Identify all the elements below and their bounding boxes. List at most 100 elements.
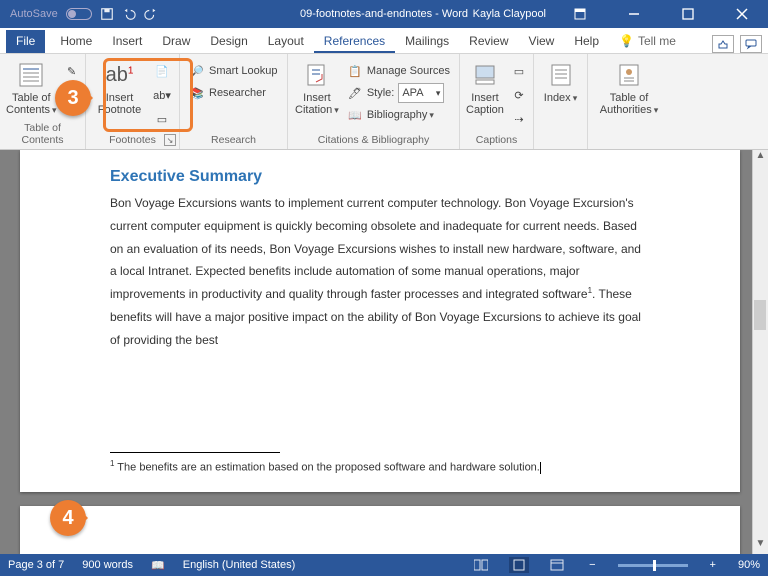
zoom-in[interactable]: +	[706, 559, 720, 571]
manage-sources-icon: 📋	[347, 63, 363, 79]
undo-icon[interactable]	[122, 7, 136, 21]
document-area: Executive Summary Bon Voyage Excursions …	[0, 150, 768, 554]
insert-caption-button[interactable]: Insert Caption	[466, 58, 504, 132]
view-read-mode[interactable]	[471, 557, 491, 573]
view-web-layout[interactable]	[547, 557, 567, 573]
footnote-text[interactable]: 1 The benefits are an estimation based o…	[110, 459, 650, 474]
style-dropdown[interactable]: APA▾	[398, 83, 444, 103]
group-footnotes-label: Footnotes	[92, 132, 173, 149]
doc-heading: Executive Summary	[110, 168, 650, 186]
next-footnote-icon: ab▾	[154, 87, 170, 103]
researcher-button[interactable]: 📚 Researcher	[186, 82, 281, 104]
toa-icon	[614, 60, 644, 90]
callout-3: 3	[55, 80, 91, 116]
zoom-out[interactable]: −	[585, 559, 599, 571]
smart-lookup-icon: 🔎	[189, 63, 205, 79]
tab-draw[interactable]: Draw	[152, 30, 200, 53]
next-footnote-button[interactable]: ab▾	[151, 84, 173, 106]
style-label: Style:	[367, 87, 395, 99]
style-icon: 🖊	[347, 85, 363, 101]
tab-view[interactable]: View	[519, 30, 565, 53]
bibliography-icon: 📖	[347, 107, 363, 123]
manage-sources-label: Manage Sources	[367, 65, 450, 77]
citation-style-row: 🖊 Style: APA▾	[344, 82, 453, 104]
researcher-label: Researcher	[209, 87, 266, 99]
tab-references[interactable]: References	[314, 30, 395, 53]
scrollbar-vertical[interactable]: ▲ ▼	[752, 150, 768, 554]
window-title: 09-footnotes-and-endnotes - Word	[300, 8, 468, 20]
document-next-page[interactable]	[20, 506, 740, 554]
tab-layout[interactable]: Layout	[258, 30, 314, 53]
bulb-icon: 💡	[619, 34, 634, 48]
caption-opt1[interactable]: ▭	[508, 60, 530, 82]
smart-lookup-button[interactable]: 🔎 Smart Lookup	[186, 60, 281, 82]
group-toc-label: Table of Contents	[6, 120, 79, 149]
view-print-layout[interactable]	[509, 557, 529, 573]
minimize-button[interactable]	[614, 0, 654, 28]
maximize-button[interactable]	[668, 0, 708, 28]
insert-citation-label: Insert Citation	[295, 92, 339, 116]
status-words[interactable]: 900 words	[82, 559, 133, 571]
save-icon[interactable]	[100, 7, 114, 21]
caption-opt2[interactable]: ⟳	[508, 84, 530, 106]
footnotes-dialog-launcher[interactable]: ↘	[164, 134, 176, 146]
footnote-icon: ab1	[105, 60, 135, 90]
caption-opt3[interactable]: ⇢	[508, 108, 530, 130]
tab-help[interactable]: Help	[564, 30, 609, 53]
comments-button[interactable]	[740, 35, 762, 53]
show-notes-icon: ▭	[154, 111, 170, 127]
title-bar: AutoSave 09-footnotes-and-endnotes - Wor…	[0, 0, 768, 28]
close-button[interactable]	[722, 0, 762, 28]
researcher-icon: 📚	[189, 85, 205, 101]
tab-mailings[interactable]: Mailings	[395, 30, 459, 53]
doc-body: Bon Voyage Excursions wants to implement…	[110, 192, 650, 352]
insert-endnote-button[interactable]: 📄	[151, 60, 173, 82]
style-value: APA	[402, 87, 423, 99]
scroll-thumb[interactable]	[754, 300, 766, 330]
share-button[interactable]	[712, 35, 734, 53]
smart-lookup-label: Smart Lookup	[209, 65, 277, 77]
index-label: Index	[544, 92, 577, 104]
group-captions-label: Captions	[466, 132, 527, 149]
zoom-slider[interactable]	[618, 564, 688, 567]
tab-home[interactable]: Home	[50, 30, 102, 53]
ribbon: Table of Contents ✎ ⟳ Table of Contents …	[0, 54, 768, 150]
insert-caption-label: Insert Caption	[466, 92, 504, 116]
index-icon	[546, 60, 576, 90]
tab-review[interactable]: Review	[459, 30, 518, 53]
show-notes-button[interactable]: ▭	[151, 108, 173, 130]
status-language[interactable]: English (United States)	[183, 559, 296, 571]
footnote-area: 1 The benefits are an estimation based o…	[110, 452, 650, 474]
add-text-button[interactable]: ✎	[61, 60, 83, 82]
table-of-authorities-button[interactable]: Table of Authorities	[594, 58, 664, 132]
status-page[interactable]: Page 3 of 7	[8, 559, 64, 571]
toc-icon	[16, 60, 46, 90]
insert-citation-button[interactable]: Insert Citation	[294, 58, 340, 132]
bibliography-button[interactable]: 📖 Bibliography	[344, 104, 453, 126]
scroll-up-arrow[interactable]: ▲	[753, 150, 768, 166]
table-of-contents-button[interactable]: Table of Contents	[6, 58, 57, 120]
autosave-toggle[interactable]	[66, 8, 92, 20]
status-proofing-icon[interactable]: 📖	[151, 559, 165, 572]
group-toa-label	[594, 132, 664, 149]
autosave-label: AutoSave	[10, 8, 58, 20]
callout-3-num: 3	[67, 87, 78, 110]
endnote-icon: 📄	[154, 63, 170, 79]
citation-icon	[302, 60, 332, 90]
tab-file[interactable]: File	[6, 30, 45, 53]
ribbon-options-icon[interactable]	[560, 0, 600, 28]
manage-sources-button[interactable]: 📋 Manage Sources	[344, 60, 453, 82]
redo-icon[interactable]	[144, 7, 158, 21]
tell-me-label: Tell me	[638, 34, 676, 48]
tab-design[interactable]: Design	[200, 30, 257, 53]
bibliography-label: Bibliography	[367, 109, 434, 121]
document-page[interactable]: Executive Summary Bon Voyage Excursions …	[20, 150, 740, 492]
tab-insert[interactable]: Insert	[102, 30, 152, 53]
footnote-body: The benefits are an estimation based on …	[114, 462, 539, 474]
user-name: Kayla Claypool	[473, 8, 546, 20]
scroll-down-arrow[interactable]: ▼	[753, 538, 768, 554]
tell-me[interactable]: 💡 Tell me	[609, 30, 686, 53]
index-button[interactable]: Index	[540, 58, 581, 132]
zoom-level[interactable]: 90%	[738, 559, 760, 571]
caption-icon	[470, 60, 500, 90]
